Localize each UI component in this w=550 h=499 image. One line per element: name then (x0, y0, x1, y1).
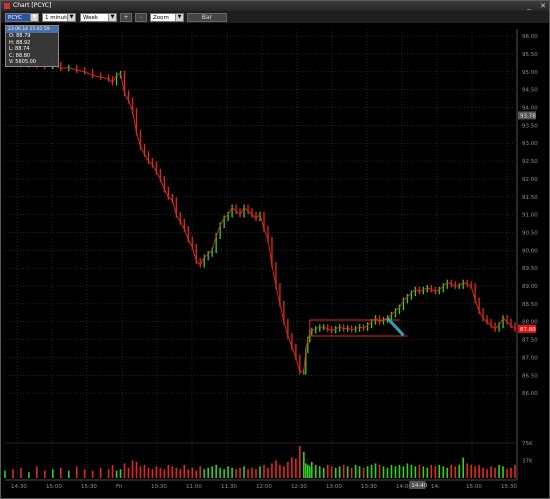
chevron-down-icon[interactable]: ▼ (67, 14, 75, 21)
price-axis-label: 93.00 (522, 141, 538, 147)
price-axis-label: 88.00 (522, 320, 538, 326)
price-axis-label: 90.00 (522, 248, 538, 254)
price-axis-label: 95.50 (522, 52, 538, 58)
time-axis-label: 12:30 (291, 484, 307, 490)
price-axis-label: 95.00 (522, 70, 538, 76)
axis-frame (5, 29, 518, 481)
time-axis-label: 11:00 (186, 484, 202, 490)
price-chart[interactable]: 96.00 95.50 95.00 94.50 94.00 93.50 93.00 92.50… (1, 23, 549, 498)
time-axis-label: 15:30 (501, 484, 517, 490)
ohlc-tooltip: 23.06.14 15:01:59 O: 88.79 H: 88.92 L: 8… (5, 25, 59, 67)
time-axis-label: 12:00 (256, 484, 272, 490)
time-axis-label: 15:30 (81, 484, 97, 490)
chart-window: Chart [PCYC] _ ✕ PCYC ▼ 1 minute ▼ Week … (0, 0, 550, 499)
minimize-icon[interactable]: _ (525, 1, 533, 11)
interval-value: 1 minute (45, 15, 70, 21)
price-axis-label: 88.50 (522, 302, 538, 308)
chart-style-button[interactable]: Bar (187, 13, 227, 22)
price-axis-label: 91.00 (522, 213, 538, 219)
price-line-segment (84, 71, 93, 76)
time-axis-label: 13:30 (361, 484, 377, 490)
price-axis-label: 94.50 (522, 88, 538, 94)
price-line-segment (92, 74, 101, 78)
symbol-value: PCYC (8, 15, 22, 21)
price-axis-label: 89.00 (522, 284, 538, 290)
current-price-label: 87.80 (520, 327, 536, 333)
price-line-segment (76, 69, 85, 73)
volume-series (4, 445, 516, 478)
price-axis-label: 86.50 (522, 373, 538, 379)
symbol-select[interactable]: PCYC ▼ (5, 13, 39, 22)
price-line-segment (60, 67, 69, 69)
time-axis-label: Fri (116, 484, 123, 490)
window-title: Chart [PCYC] (13, 2, 52, 9)
price-axis-label: 87.00 (522, 355, 538, 361)
price-axis-label: 90.50 (522, 230, 538, 236)
volume-axis-label: 37K (522, 459, 533, 465)
chevron-down-icon[interactable]: ▼ (108, 14, 116, 21)
time-axis-label: 14: (431, 484, 440, 490)
price-axis-label: 94.00 (522, 106, 538, 112)
price-axis-label: 89.50 (522, 266, 538, 272)
zoom-in-button[interactable]: + (120, 13, 132, 22)
price-axis-label: 87.50 (522, 338, 538, 344)
price-series (4, 56, 516, 375)
ohlc-volume: V: 5605.00 (9, 59, 36, 65)
time-axis-label: 15:00 (46, 484, 62, 490)
range-select[interactable]: Week ▼ (80, 13, 117, 22)
range-value: Week (83, 15, 99, 21)
time-axis: 14:30 15:00 15:30 Fri 10:30 11:00 11:30 12:00 12… (11, 481, 517, 490)
cursor-time-label: 14:40 (411, 483, 427, 489)
chevron-down-icon[interactable]: ▼ (30, 14, 38, 21)
price-axis-label: 91.50 (522, 195, 538, 201)
time-axis-label: 15:00 (466, 484, 482, 490)
zoom-out-button[interactable]: - (135, 13, 147, 22)
title-bar: Chart [PCYC] _ ✕ (1, 1, 549, 11)
volume-axis-label: 75K (522, 441, 533, 447)
price-axis: 96.00 95.50 95.00 94.50 94.00 93.50 93.00 92.50… (518, 34, 538, 465)
ohlc-header: 23.06.14 15:01:59 (6, 26, 58, 33)
time-axis-label: 10:30 (151, 484, 167, 490)
zoom-value: Zoom (153, 15, 169, 21)
price-axis-label: 96.00 (522, 34, 538, 40)
zoom-select[interactable]: Zoom ▼ (150, 13, 184, 22)
time-axis-label: 14:30 (11, 484, 27, 490)
grid-lines (5, 29, 515, 478)
time-axis-label: 11:30 (221, 484, 237, 490)
highlight-price-label: 93.78 (520, 113, 536, 119)
time-axis-label: 13:00 (326, 484, 342, 490)
price-line-segment (100, 76, 109, 80)
close-icon[interactable]: ✕ (539, 1, 547, 11)
price-axis-label: 92.00 (522, 177, 538, 183)
chart-app-icon (4, 3, 10, 9)
price-axis-label: 92.50 (522, 159, 538, 165)
price-line-segment (68, 67, 77, 71)
price-axis-label: 86.00 (522, 391, 538, 397)
arrow-icon (386, 317, 405, 337)
chevron-down-icon[interactable]: ▼ (175, 14, 183, 21)
interval-select[interactable]: 1 minute ▼ (42, 13, 76, 22)
chart-toolbar: PCYC ▼ 1 minute ▼ Week ▼ + - Zoom ▼ Bar (1, 11, 549, 23)
price-axis-label: 93.50 (522, 123, 538, 129)
